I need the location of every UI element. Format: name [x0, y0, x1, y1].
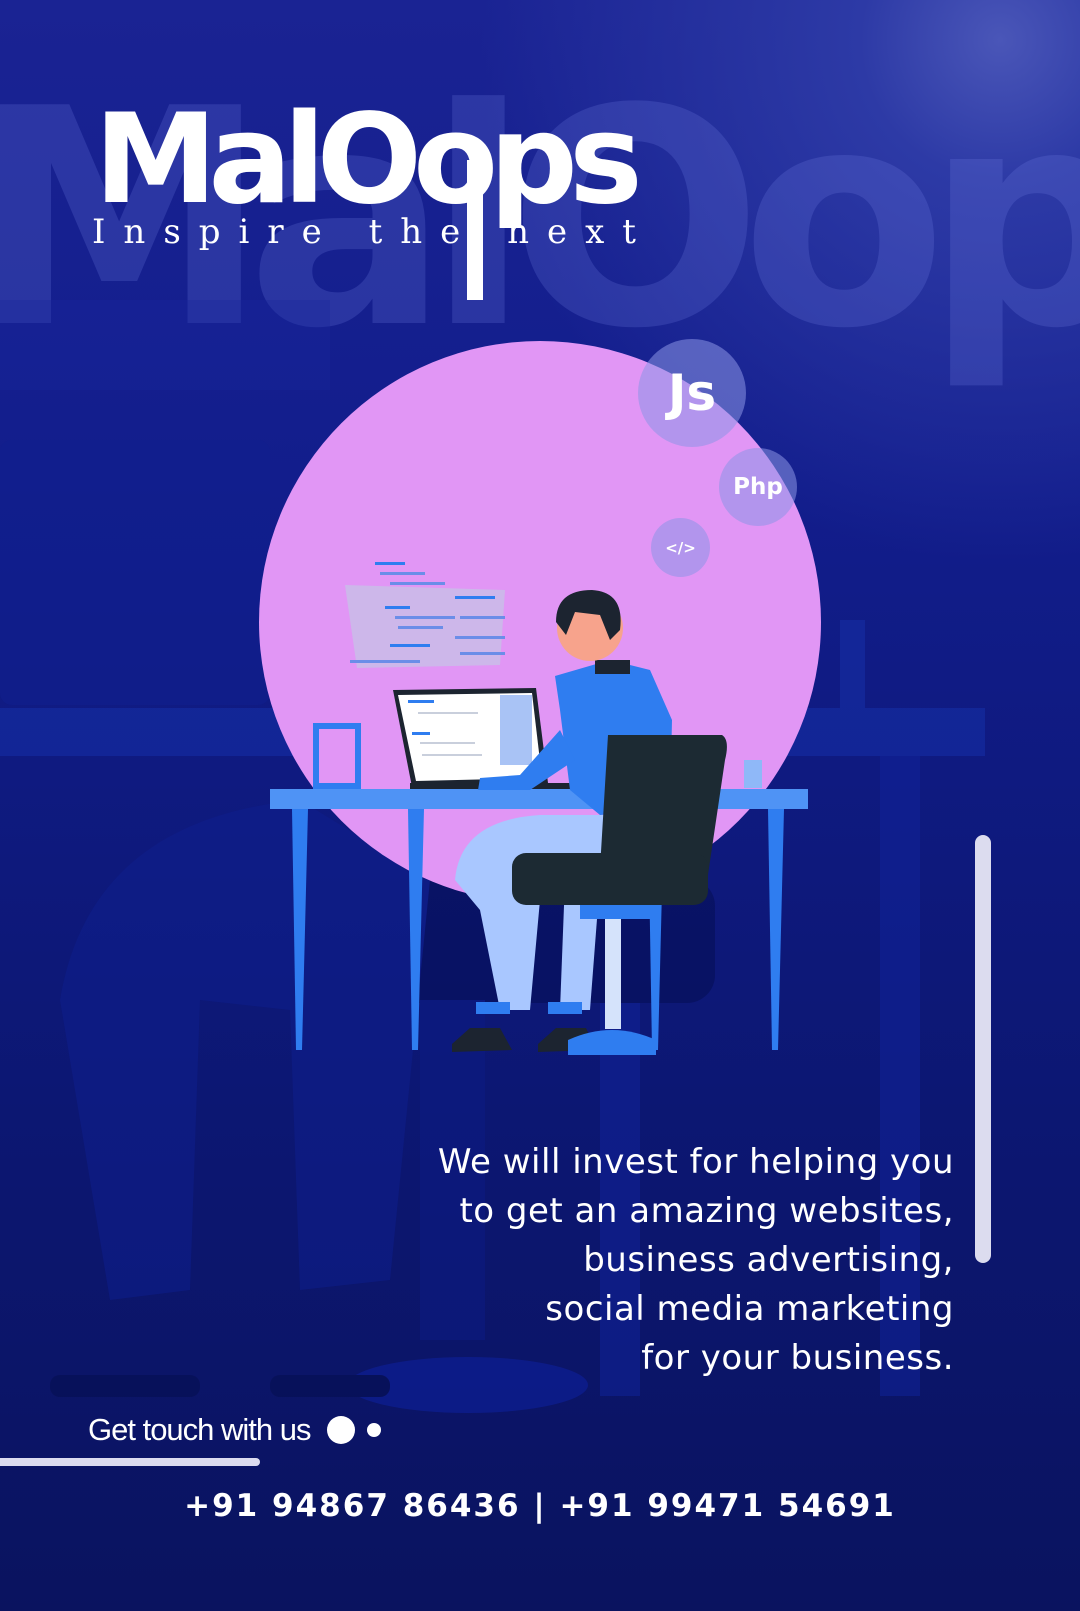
contact-underline: [0, 1458, 260, 1466]
js-badge: Js: [638, 339, 746, 447]
php-badge: Php: [719, 448, 797, 526]
cup: [744, 760, 762, 788]
poster: MalOops: [0, 0, 1080, 1611]
pitch-line: social media marketing: [545, 1289, 954, 1329]
dot-icon: [326, 1416, 355, 1444]
dot-icon: [366, 1423, 381, 1437]
code-tag-badge: </>: [651, 518, 710, 577]
brand-tagline: Inspire the next: [92, 212, 654, 252]
phone-numbers[interactable]: +91 94867 86436 | +91 99471 54691: [0, 1488, 1080, 1524]
contact-label: Get touch with us: [88, 1412, 312, 1447]
contact-heading: Get touch with us: [88, 1412, 381, 1448]
pitch-line: for your business.: [641, 1338, 954, 1378]
pitch-text: We will invest for helping you to get an…: [438, 1138, 954, 1383]
pitch-line: We will invest for helping you: [437, 1142, 954, 1182]
brand-logo: MalOops: [94, 88, 643, 232]
decorative-vertical-bar: [975, 835, 991, 1263]
pitch-line: to get an amazing websites,: [459, 1191, 954, 1231]
pitch-line: business advertising,: [583, 1240, 954, 1280]
